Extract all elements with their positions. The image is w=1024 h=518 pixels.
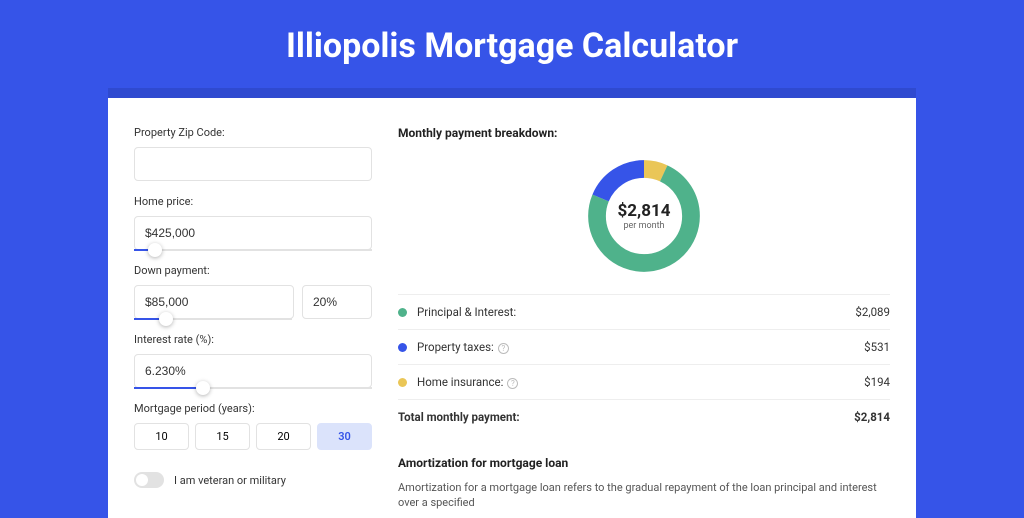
legend-label: Principal & Interest: [417,305,855,319]
breakdown-column: Monthly payment breakdown: $2,814 per mo… [398,126,890,518]
legend-value: $531 [864,340,890,354]
slider-fill [134,387,203,389]
info-icon[interactable]: ? [507,378,518,389]
legend-row-2: Home insurance:?$194 [398,364,890,399]
total-value: $2,814 [854,410,890,424]
period-label: Mortgage period (years): [134,402,372,415]
page-title: Illiopolis Mortgage Calculator [0,0,1024,88]
period-option-15[interactable]: 15 [195,423,250,450]
legend-label: Home insurance:? [417,375,864,389]
down-payment-label: Down payment: [134,264,372,277]
home-price-label: Home price: [134,195,372,208]
donut-chart-wrap: $2,814 per month [398,154,890,278]
rate-input[interactable] [134,354,372,388]
legend-label: Property taxes:? [417,340,864,354]
veteran-label: I am veteran or military [174,474,286,487]
home-price-slider[interactable] [134,249,372,250]
zip-input[interactable] [134,147,372,181]
legend-row-0: Principal & Interest:$2,089 [398,294,890,329]
down-payment-input[interactable] [134,285,294,319]
amortization-text: Amortization for a mortgage loan refers … [398,480,890,511]
legend-dot-icon [398,308,407,317]
amortization-title: Amortization for mortgage loan [398,456,890,470]
slider-thumb[interactable] [196,381,210,395]
inputs-column: Property Zip Code: Home price: Down paym… [134,126,372,518]
rate-slider[interactable] [134,387,372,388]
legend-dot-icon [398,343,407,352]
slider-track [134,249,372,251]
info-icon[interactable]: ? [498,343,509,354]
period-option-20[interactable]: 20 [256,423,311,450]
zip-label: Property Zip Code: [134,126,372,139]
veteran-toggle[interactable] [134,472,164,488]
toggle-knob [136,474,148,486]
slider-thumb[interactable] [159,312,173,326]
period-option-30[interactable]: 30 [317,423,372,450]
donut-chart: $2,814 per month [582,154,706,278]
down-payment-pct-input[interactable] [302,285,372,319]
legend-value: $194 [864,375,890,389]
legend-dot-icon [398,378,407,387]
slider-thumb[interactable] [148,243,162,257]
legend: Principal & Interest:$2,089Property taxe… [398,294,890,399]
legend-row-1: Property taxes:?$531 [398,329,890,364]
rate-label: Interest rate (%): [134,333,372,346]
donut-sublabel: per month [623,221,664,231]
period-option-10[interactable]: 10 [134,423,189,450]
home-price-input[interactable] [134,216,372,250]
period-options: 10152030 [134,423,372,450]
calculator-panel: Property Zip Code: Home price: Down paym… [108,98,916,518]
donut-amount: $2,814 [618,201,671,221]
legend-value: $2,089 [855,305,890,319]
down-payment-slider[interactable] [134,318,292,319]
legend-total-row: Total monthly payment: $2,814 [398,399,890,434]
breakdown-title: Monthly payment breakdown: [398,126,890,140]
total-label: Total monthly payment: [398,410,854,424]
